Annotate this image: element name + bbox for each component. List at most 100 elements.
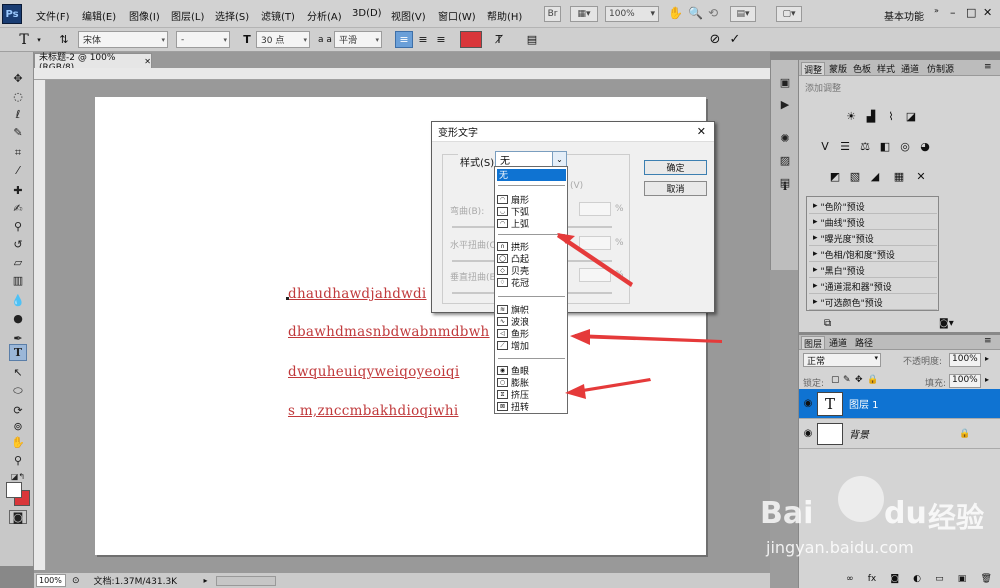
workspace-menu-icon[interactable]: » (934, 6, 939, 15)
screen-mode-icon[interactable]: ▢▾ (776, 6, 802, 22)
minimize-icon[interactable]: – (950, 6, 956, 19)
preset-channel-mixer[interactable]: ▸ "通道混和器"预设 (809, 279, 937, 294)
font-family-select[interactable]: 宋体 ▾ (78, 31, 168, 48)
layer-name[interactable]: 图层 1 (849, 396, 879, 411)
preset-selective-color[interactable]: ▸ "可选颜色"预设 (809, 295, 937, 310)
menu-file[interactable]: 文件(F) (36, 8, 70, 23)
quick-selection-tool-icon[interactable]: ✎ (9, 124, 27, 141)
style-select[interactable]: 无 ⌄ (495, 151, 567, 167)
preset-curves[interactable]: ▸ "曲线"预设 (809, 215, 937, 230)
text-color-swatch[interactable] (460, 31, 482, 48)
color-balance-icon[interactable]: ⚖ (857, 138, 873, 154)
warp-text-icon[interactable]: Ⱦ (490, 31, 508, 48)
info-panel-icon[interactable]: ℹ (777, 178, 793, 194)
adjustments-panel-icon[interactable]: ✺ (777, 130, 793, 146)
menu-select[interactable]: 选择(S) (215, 8, 249, 23)
align-center-icon[interactable]: ≡ (414, 31, 432, 48)
style-option-bulge[interactable]: ◯ 凸起 (497, 253, 566, 265)
arrange-documents-icon[interactable]: ▤▾ (730, 6, 756, 22)
fill-field[interactable]: 100% (949, 374, 981, 388)
style-option-twist[interactable]: ⊠ 扭转 (497, 401, 566, 413)
hand-tool-icon[interactable]: ✋ (9, 434, 27, 451)
tab-masks[interactable]: 蒙版 (827, 62, 849, 75)
close-icon[interactable]: ✕ (144, 57, 151, 66)
menu-view[interactable]: 视图(V) (391, 8, 426, 23)
menu-window[interactable]: 窗口(W) (438, 8, 476, 23)
style-option-inflate[interactable]: ○ 膨胀 (497, 377, 566, 389)
zoom-tool-icon[interactable]: ⚲ (9, 452, 27, 469)
fx-icon[interactable]: fx (868, 574, 877, 584)
gradient-map-icon[interactable]: ▦ (891, 168, 907, 184)
preset-black-white[interactable]: ▸ "黑白"预设 (809, 263, 937, 278)
style-option-fisheye[interactable]: ◉ 鱼眼 (497, 365, 566, 377)
layer-row-background[interactable]: ◉ 背景 🔒 (799, 419, 1000, 449)
menu-edit[interactable]: 编辑(E) (82, 8, 116, 23)
style-option-shell[interactable]: ◇ 贝壳 (497, 265, 566, 277)
vertical-radio-label[interactable]: (V) (570, 181, 583, 191)
zoom-tool-icon[interactable]: 🔍 (688, 6, 703, 20)
menu-analysis[interactable]: 分析(A) (307, 8, 342, 23)
document-tab[interactable]: 未标题-2 @ 100%(RGB/8) ✕ (34, 53, 152, 73)
chevron-right-icon[interactable]: ▸ (204, 576, 208, 585)
tab-clone-source[interactable]: 仿制源 (925, 62, 956, 75)
view-extras-icon[interactable]: ▦▾ (570, 6, 598, 22)
bend-field[interactable] (579, 202, 611, 216)
hand-tool-icon[interactable]: ✋ (668, 6, 683, 20)
posterize-icon[interactable]: ▧ (847, 168, 863, 184)
workspace-switcher[interactable]: 基本功能 (884, 8, 924, 23)
marquee-tool-icon[interactable]: ◌ (9, 88, 27, 105)
visibility-eye-icon[interactable]: ◉ (799, 398, 817, 409)
vibrance-icon[interactable]: V (817, 138, 833, 154)
character-panel-icon[interactable]: ▤ (523, 31, 541, 48)
shape-tool-icon[interactable]: ⬭ (9, 382, 27, 399)
zoom-select[interactable]: 100% ▾ (605, 6, 659, 22)
tab-channels[interactable]: 通道 (899, 62, 921, 75)
foreground-color-swatch[interactable] (6, 482, 22, 498)
new-layer-icon[interactable]: ▣ (958, 574, 967, 584)
tab-adjustments[interactable]: 调整 (801, 62, 826, 76)
exposure-icon[interactable]: ◪ (903, 108, 919, 124)
style-option-wave[interactable]: ∿ 波浪 (497, 316, 566, 328)
style-option-fish[interactable]: ◁ 鱼形 (497, 328, 566, 340)
tab-channels[interactable]: 通道 (827, 336, 849, 349)
lock-image-icon[interactable]: ✎ (843, 375, 851, 385)
preset-hue-saturation[interactable]: ▸ "色相/饱和度"预设 (809, 247, 937, 262)
menu-filter[interactable]: 滤镜(T) (261, 8, 295, 23)
tab-swatches[interactable]: 色板 (851, 62, 873, 75)
chevron-down-icon[interactable]: ⌄ (552, 152, 566, 166)
style-option-arc-lower[interactable]: ◡ 下弧 (497, 206, 566, 218)
history-brush-tool-icon[interactable]: ↺ (9, 236, 27, 253)
style-option-arc-upper[interactable]: ◠ 上弧 (497, 218, 566, 230)
layer-name[interactable]: 背景 (849, 426, 959, 441)
blend-mode-select[interactable]: 正常 ▾ (803, 353, 881, 367)
type-tool-icon[interactable]: T (9, 344, 27, 361)
curves-icon[interactable]: ⌇ (883, 108, 899, 124)
selective-color-icon[interactable]: ✕ (913, 168, 929, 184)
menu-3d[interactable]: 3D(D) (352, 8, 382, 19)
chevron-right-icon[interactable]: ▸ (985, 354, 989, 363)
visibility-eye-icon[interactable]: ◉ (799, 428, 817, 439)
brush-tool-icon[interactable]: ✍ (9, 200, 27, 217)
mask-icon[interactable]: ◙ (890, 574, 899, 584)
image-panel-icon[interactable]: ▨ (777, 152, 793, 168)
invert-icon[interactable]: ◩ (827, 168, 843, 184)
text-orientation-icon[interactable]: ⇅ (55, 31, 73, 48)
style-option-flower[interactable]: ♢ 花冠 (497, 277, 566, 289)
actions-panel-icon[interactable]: ▶ (777, 96, 793, 112)
align-left-icon[interactable]: ≡ (395, 31, 413, 48)
clone-stamp-tool-icon[interactable]: ⚲ (9, 218, 27, 235)
ok-button[interactable]: 确定 (644, 160, 707, 175)
maximize-icon[interactable]: □ (966, 6, 976, 19)
levels-icon[interactable]: ▟ (863, 108, 879, 124)
move-tool-icon[interactable]: ✥ (9, 70, 27, 87)
style-option-flag[interactable]: ≋ 旗帜 (497, 304, 566, 316)
gradient-tool-icon[interactable]: ▥ (9, 272, 27, 289)
text-line-3[interactable]: dwquheuiqyweiqoyeoiqi (288, 364, 459, 380)
rotate-view-icon[interactable]: ⟲ (708, 6, 718, 20)
text-line-4[interactable]: s m,znccmbakhdioqiwhi (288, 403, 459, 419)
cancel-button[interactable]: 取消 (644, 181, 707, 196)
quick-mask-icon[interactable]: ◙ (9, 510, 27, 524)
tab-styles[interactable]: 样式 (875, 62, 897, 75)
preset-levels[interactable]: ▸ "色阶"预设 (809, 199, 937, 214)
opacity-field[interactable]: 100% (949, 353, 981, 367)
